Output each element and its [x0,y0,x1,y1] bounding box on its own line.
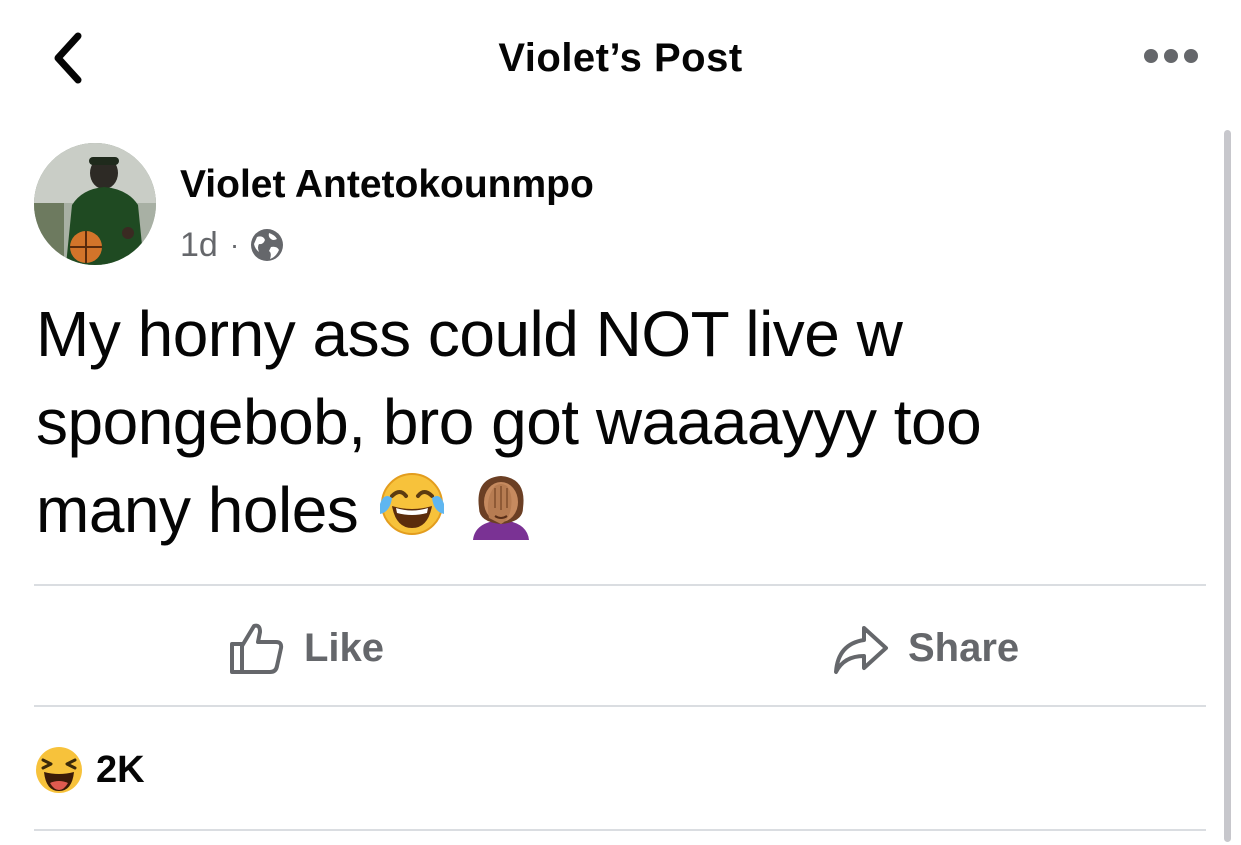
divider [34,829,1206,831]
more-dots-icon [1144,49,1198,63]
post-text-line: many holes [36,474,359,546]
divider [34,705,1206,707]
meta-separator: · [229,229,240,260]
post-text: My horny ass could NOT live w spongebob,… [36,290,1186,554]
author-name[interactable]: Violet Antetokounmpo [180,163,594,207]
reaction-count: 2K [96,748,145,791]
facepalm-emoji [465,468,537,540]
share-label: Share [908,625,1020,670]
like-label: Like [304,625,385,670]
reaction-summary[interactable]: 2K [34,742,145,798]
divider [34,584,1206,586]
share-button[interactable]: Share [830,612,1019,684]
more-options-button[interactable] [1140,36,1202,76]
top-bar: Violet’s Post [0,0,1241,120]
post-text-line: My horny ass could NOT live w [36,298,903,370]
like-button[interactable]: Like [226,612,384,684]
avatar[interactable] [34,143,156,265]
post-text-line: spongebob, bro got waaaayyy too [36,386,982,458]
thumbs-up-icon [230,623,284,674]
laughing-reaction-icon [36,747,82,793]
scrollbar[interactable] [1224,130,1231,842]
globe-icon [249,227,285,263]
post-time[interactable]: 1d [180,226,218,265]
page-title: Violet’s Post [498,36,743,80]
post-header: Violet Antetokounmpo 1d · [34,143,1184,268]
share-arrow-icon [834,626,888,674]
post-meta: 1d · [180,225,285,265]
profile-photo [34,143,156,265]
tears-of-joy-emoji [376,468,448,540]
post-text-line-last: many holes [36,466,1186,554]
